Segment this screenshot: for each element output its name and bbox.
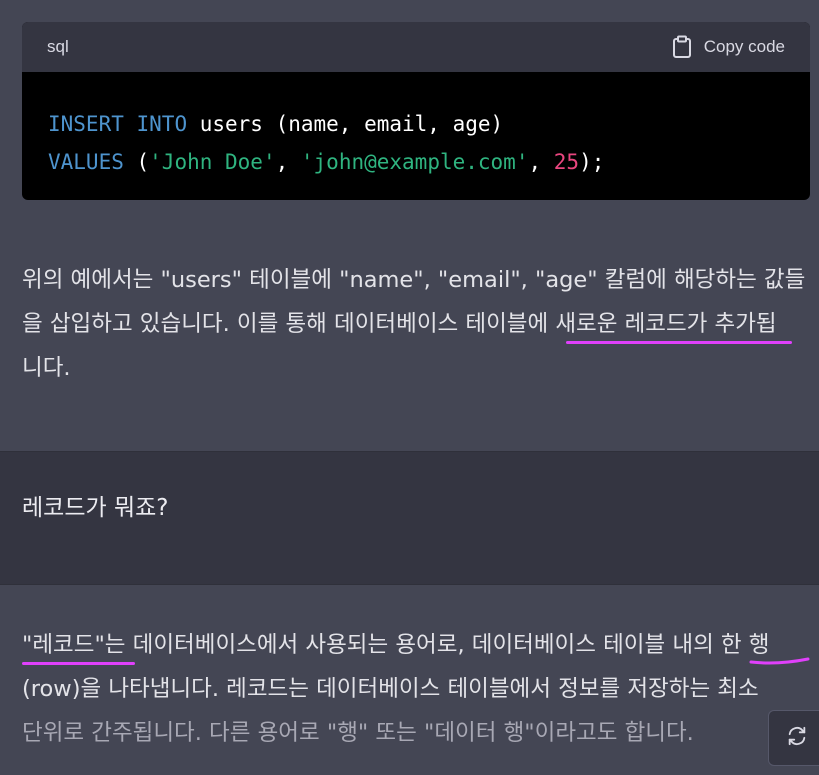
sql-number: 25 xyxy=(553,150,580,174)
copy-code-button[interactable]: Copy code xyxy=(672,35,785,59)
refresh-icon xyxy=(786,725,808,751)
copy-code-label: Copy code xyxy=(703,37,785,56)
sql-string: 'john@example.com' xyxy=(300,150,529,174)
sql-string: 'John Doe' xyxy=(149,150,276,174)
answer-line: (row)을 나타냅니다. 레코드는 데이터베이스 테이블에서 정보를 저장하는… xyxy=(22,676,759,702)
code-header: sql Copy code xyxy=(22,22,810,72)
code-language-label: sql xyxy=(47,37,69,56)
highlight-underline xyxy=(22,662,135,665)
answer-line: 단위로 간주됩니다. 다른 용어로 "행" 또는 "데이터 행"이라고도 합니다… xyxy=(22,720,694,746)
user-message: 레코드가 뭐죠? xyxy=(22,495,169,521)
sql-text: ); xyxy=(579,150,605,174)
code-line-1: INSERT INTO users (name, email, age) xyxy=(48,105,784,143)
sql-text: , xyxy=(528,150,554,174)
answer-line: 니다. xyxy=(22,355,71,381)
assistant-message-2: "레코드"는 데이터베이스에서 사용되는 용어로, 데이터베이스 테이블 내의 … xyxy=(22,623,812,755)
code-line-2: VALUES ('John Doe', 'john@example.com', … xyxy=(48,143,784,181)
user-message-row: 레코드가 뭐죠? xyxy=(0,451,819,585)
sql-keyword: VALUES xyxy=(48,150,124,174)
sql-keyword: INSERT xyxy=(48,112,124,136)
assistant-message-1: 위의 예에서는 "users" 테이블에 "name", "email", "a… xyxy=(22,258,812,390)
sql-text: users (name, email, age) xyxy=(187,112,504,136)
code-content: INSERT INTO users (name, email, age) VALU… xyxy=(22,72,810,181)
answer-line: "레코드"는 데이터베이스에서 사용되는 용어로, 데이터베이스 테이블 내의 … xyxy=(22,632,770,658)
clipboard-icon xyxy=(672,35,692,59)
regenerate-button[interactable] xyxy=(768,710,819,766)
sql-keyword: INTO xyxy=(136,112,188,136)
sql-text: ( xyxy=(123,150,150,174)
code-block: sql Copy code INSERT INTO users (name, e… xyxy=(22,22,810,200)
highlight-underline xyxy=(749,657,810,665)
answer-line: 을 삽입하고 있습니다. 이를 통해 데이터베이스 테이블에 새로운 레코드가 … xyxy=(22,311,777,337)
sql-text: , xyxy=(275,150,301,174)
highlight-underline xyxy=(566,341,792,344)
answer-line: 위의 예에서는 "users" 테이블에 "name", "email", "a… xyxy=(22,267,806,293)
